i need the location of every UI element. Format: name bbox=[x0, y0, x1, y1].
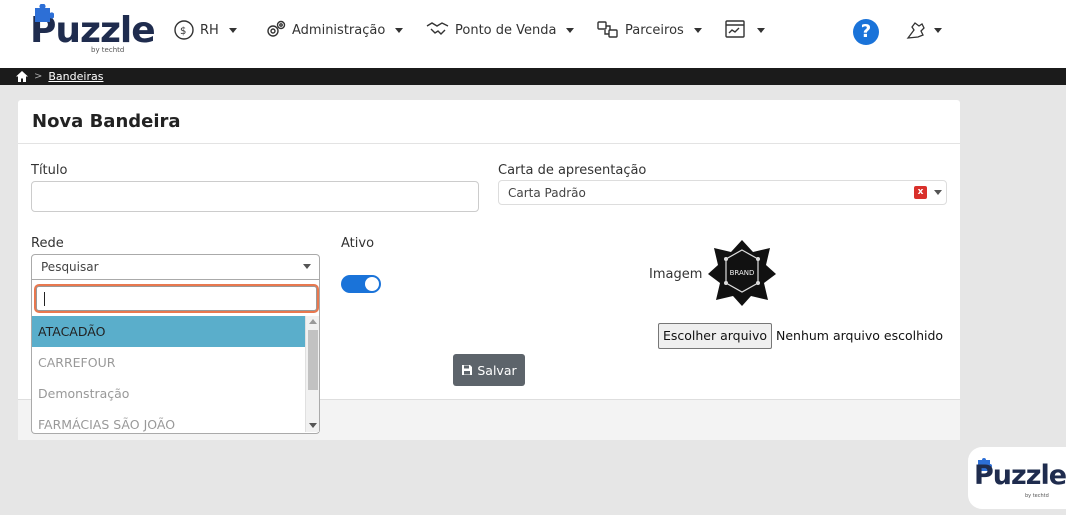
rede-placeholder: Pesquisar bbox=[41, 260, 99, 274]
rede-dropdown: ATACADÃO CARREFOUR Demonstração FARMÁCIA… bbox=[31, 280, 320, 434]
nav-parceiros-label: Parceiros bbox=[625, 22, 684, 38]
breadcrumb-separator: > bbox=[34, 71, 43, 82]
top-navbar: Puzzle by techtd $ RH Administração Pont… bbox=[0, 0, 1066, 68]
carta-select[interactable]: Carta Padrão bbox=[498, 180, 947, 205]
card-header: Nova Bandeira bbox=[18, 100, 960, 144]
gears-icon bbox=[267, 20, 286, 37]
dropdown-option[interactable]: FARMÁCIAS SÃO JOÃO bbox=[32, 409, 305, 434]
puzzle-piece-icon bbox=[35, 4, 54, 22]
nav-administracao[interactable]: Administração bbox=[264, 14, 404, 46]
badge-tagline: by techtd bbox=[1025, 493, 1049, 499]
nav-parceiros[interactable]: Parceiros bbox=[595, 14, 702, 46]
dropdown-option[interactable]: Demonstração bbox=[32, 378, 305, 409]
carta-label: Carta de apresentação bbox=[498, 163, 647, 178]
badge-wordmark: Puzzle bbox=[974, 460, 1066, 491]
floppy-disk-icon bbox=[462, 365, 473, 375]
titulo-label: Título bbox=[31, 163, 68, 178]
nav-relatorios[interactable] bbox=[723, 14, 765, 46]
text-cursor bbox=[44, 292, 45, 306]
carta-selected-value: Carta Padrão bbox=[508, 185, 586, 200]
scroll-thumb[interactable] bbox=[308, 330, 318, 390]
chevron-down-icon bbox=[693, 27, 702, 33]
imagem-label: Imagem bbox=[649, 267, 703, 282]
dropdown-option[interactable]: CARREFOUR bbox=[32, 347, 305, 378]
dropdown-options: ATACADÃO CARREFOUR Demonstração FARMÁCIA… bbox=[32, 316, 305, 434]
scroll-down-icon[interactable] bbox=[309, 423, 317, 428]
scroll-up-icon[interactable] bbox=[309, 319, 317, 324]
dropdown-search-input[interactable] bbox=[36, 286, 317, 311]
chevron-down-icon bbox=[228, 27, 237, 33]
nav-ponto-de-venda-label: Ponto de Venda bbox=[455, 22, 557, 38]
breadcrumb: > Bandeiras bbox=[0, 68, 1066, 85]
logo-tagline: by techtd bbox=[91, 46, 125, 54]
nav-rh[interactable]: $ RH bbox=[172, 14, 237, 46]
help-icon[interactable]: ? bbox=[853, 19, 879, 45]
user-menu[interactable] bbox=[904, 18, 942, 42]
chevron-down-icon[interactable] bbox=[934, 190, 942, 195]
nav-administracao-label: Administração bbox=[292, 22, 386, 38]
chevron-down-icon bbox=[566, 27, 575, 33]
dropdown-option[interactable]: ATACADÃO bbox=[32, 316, 305, 347]
puzzle-logo[interactable]: Puzzle by techtd bbox=[30, 4, 156, 62]
dropdown-scrollbar[interactable] bbox=[305, 316, 319, 432]
money-head-icon: $ bbox=[174, 20, 194, 40]
puzzle-user-icon bbox=[906, 22, 925, 39]
toggle-knob bbox=[365, 277, 379, 291]
clear-selection-icon[interactable]: x bbox=[914, 186, 927, 199]
chevron-down-icon[interactable] bbox=[303, 264, 311, 269]
home-icon[interactable] bbox=[16, 71, 28, 82]
nav-ponto-de-venda[interactable]: Ponto de Venda bbox=[425, 14, 575, 46]
dashboard-icon bbox=[725, 20, 745, 38]
image-brand-text: BRAND bbox=[730, 269, 755, 277]
ativo-toggle[interactable] bbox=[341, 275, 381, 293]
chevron-down-icon bbox=[934, 27, 942, 33]
page-title: Nova Bandeira bbox=[32, 111, 181, 132]
brand-image-preview: BRAND bbox=[708, 240, 776, 306]
rede-label: Rede bbox=[31, 236, 64, 251]
choose-file-button[interactable]: Escolher arquivo bbox=[658, 323, 772, 349]
puzzle-badge-logo[interactable]: Puzzle by techtd bbox=[968, 447, 1066, 509]
rede-select[interactable]: Pesquisar bbox=[31, 254, 320, 280]
partners-icon bbox=[597, 21, 618, 38]
save-button[interactable]: Salvar bbox=[453, 354, 525, 386]
save-label: Salvar bbox=[477, 362, 517, 378]
breadcrumb-bandeiras[interactable]: Bandeiras bbox=[48, 70, 103, 83]
chevron-down-icon bbox=[395, 27, 404, 33]
titulo-input[interactable] bbox=[31, 181, 479, 212]
nav-rh-label: RH bbox=[200, 22, 219, 38]
svg-text:$: $ bbox=[180, 26, 186, 37]
ativo-label: Ativo bbox=[341, 236, 375, 251]
chevron-down-icon bbox=[757, 27, 765, 33]
handshake-icon bbox=[426, 22, 449, 35]
file-status: Nenhum arquivo escolhido bbox=[776, 328, 944, 343]
